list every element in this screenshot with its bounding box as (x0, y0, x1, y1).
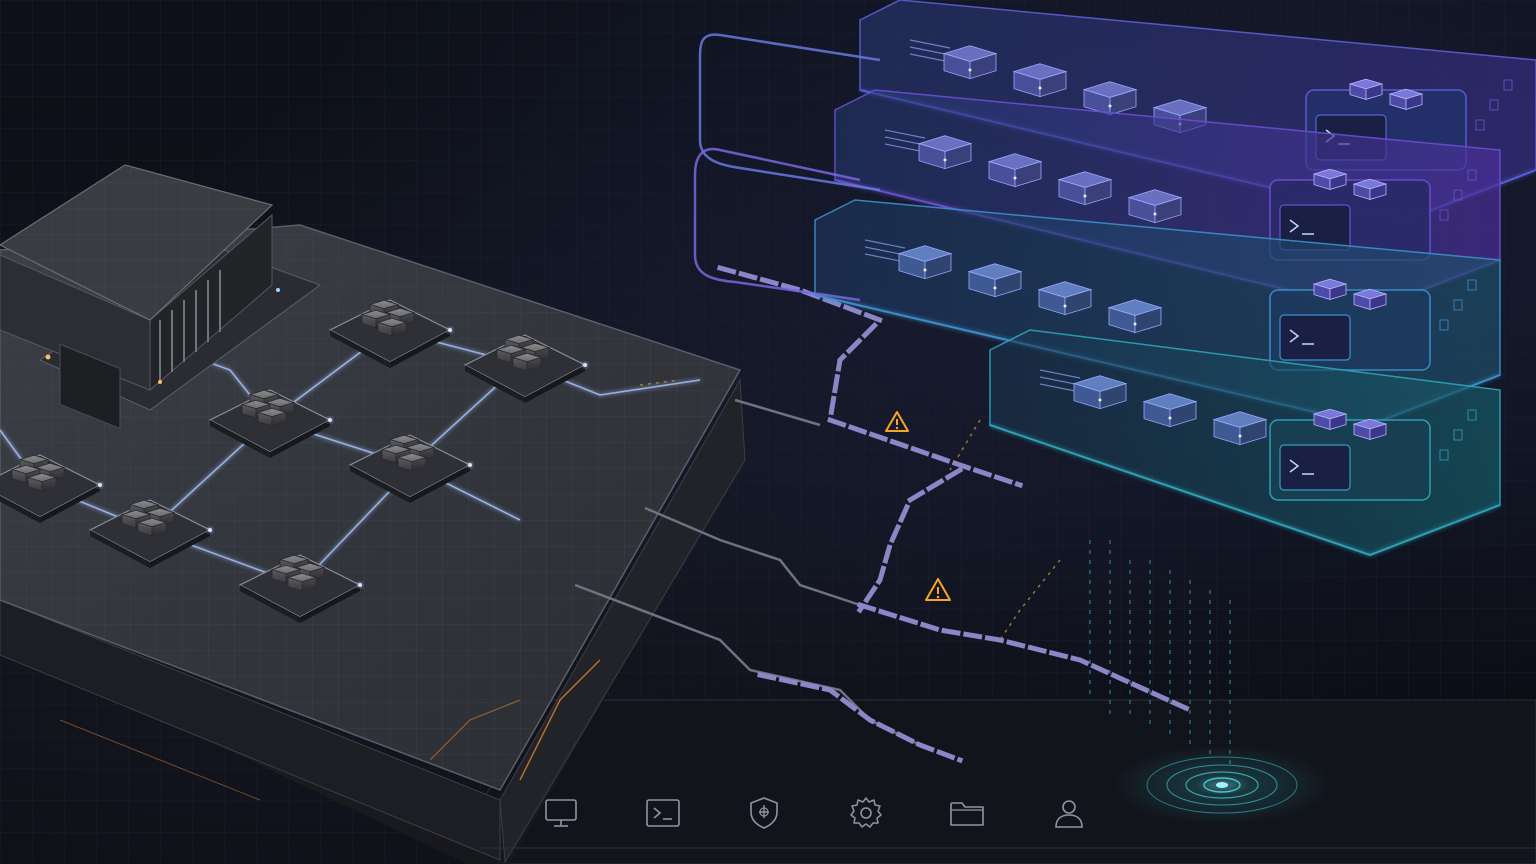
scene-canvas (0, 0, 1536, 864)
terminal-icon (645, 799, 680, 827)
monitor-icon (545, 799, 577, 827)
security-button[interactable] (738, 788, 790, 838)
isometric-network-illustration (0, 0, 1536, 864)
settings-button[interactable] (840, 788, 892, 838)
radar-target-icon (1112, 745, 1332, 825)
user-button[interactable] (1043, 788, 1095, 838)
user-icon (1055, 800, 1083, 828)
floor-plate (459, 699, 1536, 864)
gear-icon (850, 797, 882, 828)
files-button[interactable] (941, 788, 993, 838)
bottom-dock (535, 788, 1095, 838)
shield-icon (750, 797, 778, 829)
monitor-button[interactable] (535, 788, 587, 838)
folder-icon (950, 802, 985, 826)
terminal-button[interactable] (637, 788, 689, 838)
